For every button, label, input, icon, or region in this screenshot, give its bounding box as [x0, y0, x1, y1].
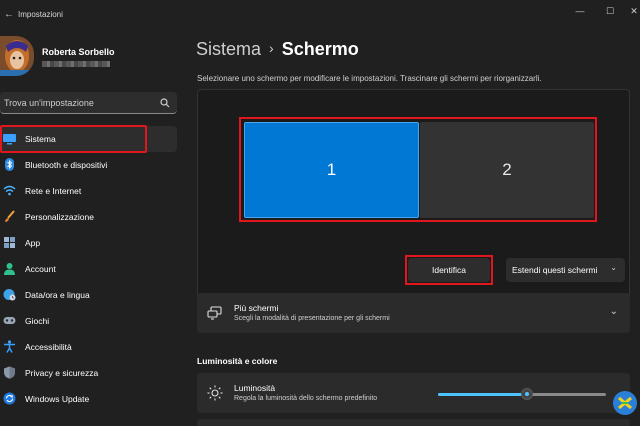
highlight-outline: [0, 125, 147, 153]
title-bar: ← Impostazioni — ☐ ✕: [0, 0, 640, 30]
sidebar-item-label: Accessibilità: [25, 342, 72, 352]
sidebar-item-personalization[interactable]: Personalizzazione: [0, 204, 177, 230]
sidebar-item-label: Privacy e sicurezza: [25, 368, 99, 378]
brightness-card: Luminosità Regola la luminosità dello sc…: [197, 373, 630, 413]
sidebar-item-sistema[interactable]: Sistema: [0, 125, 177, 153]
maximize-button[interactable]: ☐: [600, 4, 620, 18]
monitor-2[interactable]: 2: [420, 122, 594, 218]
multiple-displays-icon: [207, 305, 223, 321]
sidebar-item-label: Windows Update: [25, 394, 90, 404]
app-title: Impostazioni: [18, 10, 63, 19]
user-name: Roberta Sorbello: [42, 47, 115, 57]
search-input[interactable]: Trova un'impostazione: [0, 92, 177, 114]
multiple-displays-card[interactable]: Più schermi Scegli la modalità di presen…: [197, 293, 630, 333]
chevron-down-icon[interactable]: ⌄: [610, 306, 618, 317]
sidebar-item-label: Personalizzazione: [25, 212, 94, 222]
brightness-slider-fill: [438, 393, 528, 396]
sidebar-item-bluetooth[interactable]: Bluetooth e dispositivi: [0, 152, 177, 178]
sidebar-item-label: Account: [25, 264, 56, 274]
monitors-highlight-outline: 1 2: [239, 117, 597, 222]
avatar[interactable]: [0, 36, 34, 76]
breadcrumb-parent[interactable]: Sistema: [196, 39, 261, 59]
user-email-blurred: [42, 61, 110, 67]
sun-icon: [207, 385, 223, 401]
sidebar-item-time-language[interactable]: Data/ora e lingua: [0, 282, 177, 308]
card-subtitle: Regola la luminosità dello schermo prede…: [234, 395, 378, 402]
sidebar-item-apps[interactable]: App: [0, 230, 177, 256]
bluetooth-icon: [3, 158, 16, 171]
apps-icon: [3, 236, 16, 249]
sidebar-item-label: Bluetooth e dispositivi: [25, 160, 108, 170]
close-button[interactable]: ✕: [624, 4, 640, 18]
brightness-slider[interactable]: [438, 388, 606, 400]
sidebar-item-accessibility[interactable]: Accessibilità: [0, 334, 177, 360]
search-placeholder: Trova un'impostazione: [4, 98, 94, 108]
sidebar-item-gaming[interactable]: Giochi: [0, 308, 177, 334]
overlay-app-badge[interactable]: [613, 391, 637, 415]
sidebar: Roberta Sorbello Trova un'impostazione S…: [0, 30, 188, 426]
sidebar-nav: Sistema Bluetooth e dispositivi Rete e I…: [0, 125, 180, 412]
display-mode-value: Estendi questi schermi: [512, 265, 598, 275]
update-icon: [3, 392, 16, 405]
next-settings-card[interactable]: [197, 419, 630, 426]
sidebar-item-label: Data/ora e lingua: [25, 290, 90, 300]
card-title: Luminosità: [234, 383, 276, 393]
identify-button[interactable]: Identifica: [408, 258, 490, 282]
minimize-button[interactable]: —: [570, 4, 590, 18]
person-icon: [3, 262, 16, 275]
sidebar-item-label: Rete e Internet: [25, 186, 82, 196]
card-subtitle: Scegli la modalità di presentazione per …: [234, 315, 390, 322]
card-title: Più schermi: [234, 303, 279, 313]
brightness-slider-thumb[interactable]: [521, 388, 534, 400]
sidebar-item-privacy[interactable]: Privacy e sicurezza: [0, 360, 177, 386]
arrangement-hint: Selezionare uno schermo per modificare l…: [197, 74, 542, 83]
sidebar-item-label: Giochi: [25, 316, 50, 326]
wifi-icon: [3, 184, 16, 197]
breadcrumb-separator: ›: [269, 40, 274, 56]
main-content: Sistema › Schermo Selezionare uno schermo …: [188, 30, 640, 426]
sidebar-item-network[interactable]: Rete e Internet: [0, 178, 177, 204]
globe-clock-icon: [3, 288, 16, 301]
search-icon: [159, 97, 171, 109]
display-mode-dropdown[interactable]: Estendi questi schermi ⌄: [506, 258, 625, 282]
sidebar-item-windows-update[interactable]: Windows Update: [0, 386, 177, 412]
section-heading: Luminosità e colore: [197, 356, 278, 366]
gamepad-icon: [3, 314, 16, 327]
sidebar-item-label: App: [25, 238, 41, 248]
brush-icon: [3, 210, 16, 223]
display-arrangement-panel: 1 2 Identifica Estendi questi schermi ⌄: [197, 89, 630, 317]
breadcrumb: Sistema › Schermo: [196, 39, 359, 60]
page-title: Schermo: [281, 39, 359, 59]
sidebar-item-account[interactable]: Account: [0, 256, 177, 282]
back-arrow-icon[interactable]: ←: [4, 9, 14, 21]
monitor-1[interactable]: 1: [244, 122, 419, 218]
chevron-down-icon: ⌄: [610, 263, 617, 272]
shield-icon: [3, 366, 16, 379]
accessibility-icon: [3, 340, 16, 353]
